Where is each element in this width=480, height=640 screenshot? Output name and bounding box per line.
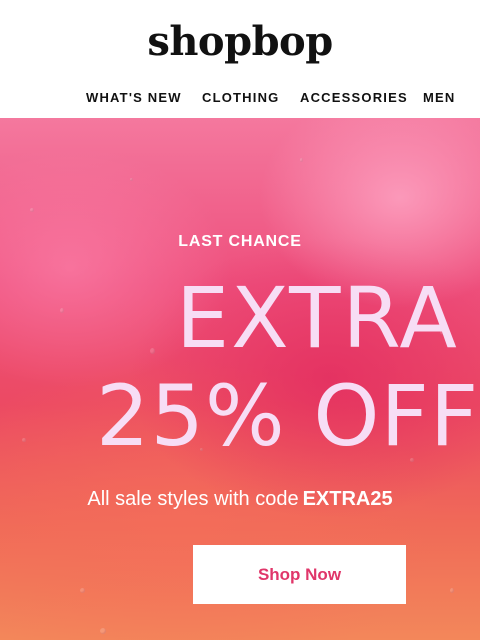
water-droplet — [300, 158, 303, 162]
headline-line-2: 25% OFF — [96, 367, 480, 465]
promo-subline: All sale styles with code EXTRA25 — [0, 486, 480, 512]
water-droplet — [22, 438, 26, 442]
nav-item-men[interactable]: MEN — [423, 88, 456, 108]
last-chance-eyebrow: LAST CHANCE — [178, 233, 302, 250]
main-nav: WHAT'S NEW CLOTHING ACCESSORIES MEN — [0, 88, 480, 110]
hero-banner[interactable]: LAST CHANCE EXTRA 25% OFF All sale style… — [0, 118, 480, 640]
water-droplet — [30, 208, 34, 212]
water-droplet — [150, 348, 155, 354]
subline-text: All sale styles with code — [87, 488, 299, 510]
shop-now-button[interactable]: Shop Now — [193, 545, 406, 604]
shopbop-logo[interactable]: shopbop — [0, 14, 480, 70]
water-droplet — [80, 588, 85, 593]
water-droplet — [450, 588, 454, 593]
header: shopbop WHAT'S NEW CLOTHING ACCESSORIES … — [0, 0, 480, 118]
nav-item-whats-new[interactable]: WHAT'S NEW — [86, 88, 182, 108]
nav-item-clothing[interactable]: CLOTHING — [202, 88, 279, 108]
promo-code: EXTRA25 — [302, 488, 393, 510]
water-droplet — [100, 628, 106, 634]
nav-item-accessories[interactable]: ACCESSORIES — [300, 88, 408, 108]
headline-line-1: EXTRA — [176, 269, 459, 367]
water-droplet — [60, 308, 64, 313]
water-droplet — [130, 178, 133, 181]
